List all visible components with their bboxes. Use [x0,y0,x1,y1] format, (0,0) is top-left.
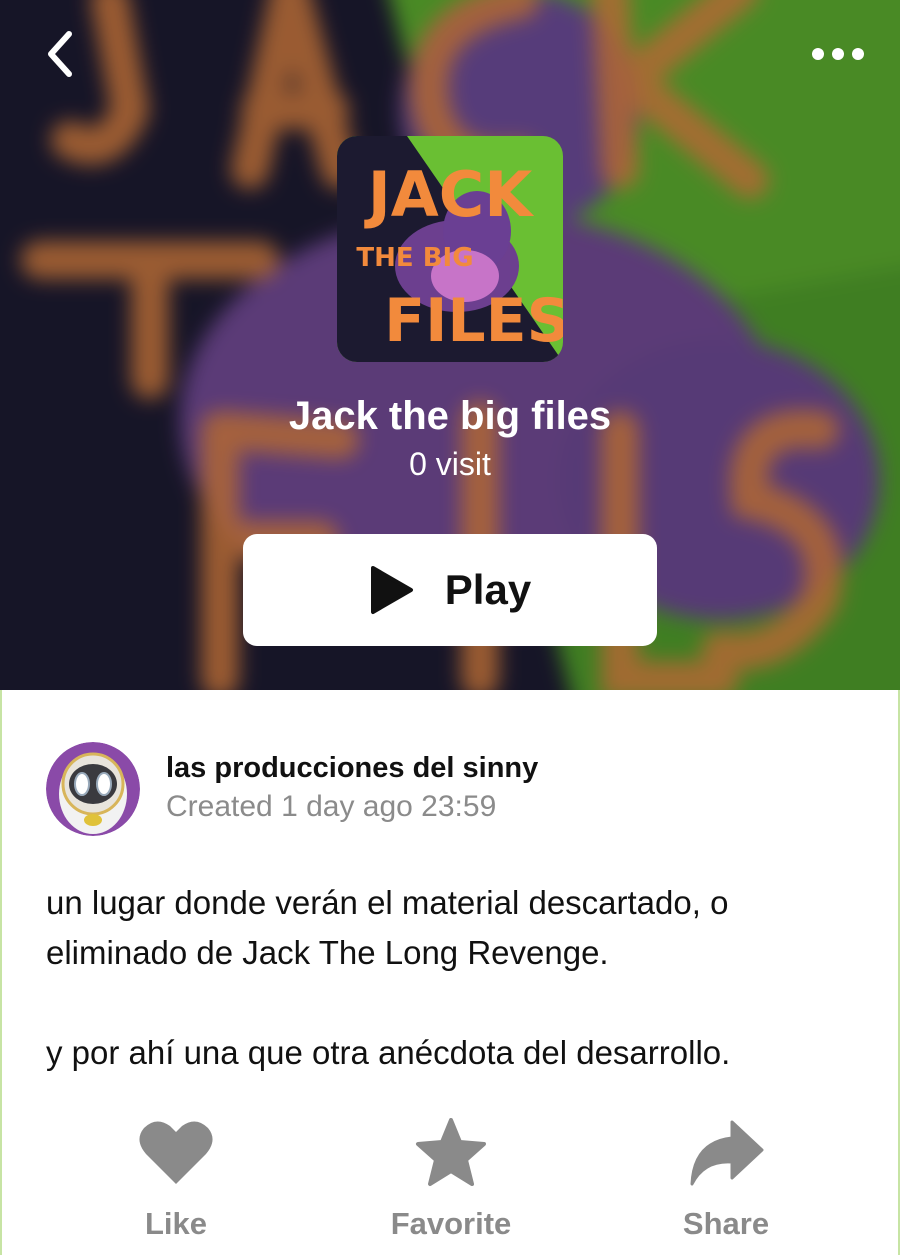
game-description: un lugar donde verán el material descart… [46,878,866,1078]
share-label: Share [682,1206,770,1241]
favorite-button[interactable]: Favorite [351,1118,551,1248]
more-options-button[interactable] [806,22,870,86]
chevron-left-icon [48,31,72,77]
heart-icon [139,1121,213,1184]
game-title: Jack the big files [288,394,612,438]
creator-avatar[interactable] [46,742,140,836]
visit-count: 0 visit [409,446,491,482]
description-paragraph: un lugar donde verán el material descart… [46,884,729,971]
back-button[interactable] [28,22,92,86]
favorite-label: Favorite [390,1206,512,1241]
play-button[interactable]: Play [243,534,657,646]
share-button[interactable]: Share [626,1118,826,1248]
share-arrow-icon [690,1120,764,1186]
star-icon [416,1118,486,1186]
action-bar: Like Favorite Share [2,1118,900,1248]
svg-text:THE BIG: THE BIG [356,243,473,273]
svg-text:FILES: FILES [384,286,563,356]
more-horizontal-icon [812,48,864,60]
like-button[interactable]: Like [76,1118,276,1248]
svg-text:JACK: JACK [364,158,535,231]
game-hero: JACK THE BIG FILES Jack the big files 0 … [0,0,900,690]
created-date: Created 1 day ago 23:59 [166,790,497,823]
game-details: las producciones del sinny Created 1 day… [0,690,900,1255]
description-paragraph: y por ahí una que otra anécdota del desa… [46,1034,731,1071]
like-label: Like [144,1206,208,1241]
creator-name[interactable]: las producciones del sinny [166,752,538,785]
play-icon [370,566,413,614]
play-label: Play [444,566,532,613]
game-thumbnail: JACK THE BIG FILES [337,136,563,362]
